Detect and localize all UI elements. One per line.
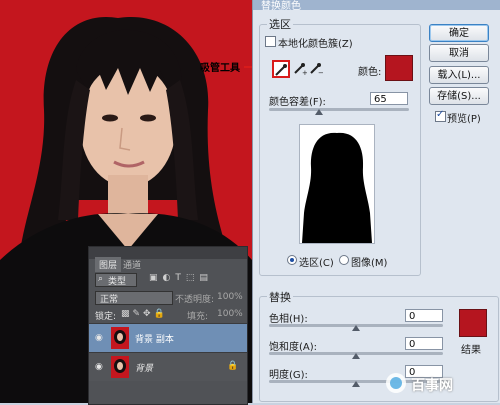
fill-value[interactable]: 100% — [217, 309, 243, 319]
preview-label: 预览(P) — [447, 114, 481, 125]
kind-filter-label: 类型 — [108, 277, 127, 287]
dialog-title: 替换颜色 — [261, 1, 301, 12]
hue-slider-thumb[interactable] — [352, 325, 360, 331]
tolerance-input[interactable]: 65 — [370, 92, 408, 105]
color-label: 颜色: — [358, 67, 382, 78]
ok-button[interactable]: 确定 — [429, 24, 489, 42]
dialog-titlebar[interactable]: 替换颜色 — [253, 0, 500, 12]
saturation-label: 饱和度(A): — [269, 342, 318, 353]
lock-label: 锁定: — [95, 312, 117, 322]
kind-filter-select[interactable]: 类型 ⌕ — [95, 273, 137, 287]
lock-icons[interactable]: ▩✎✥🔒 — [121, 309, 168, 319]
eye-icon[interactable]: ◉ — [95, 333, 103, 343]
image-radio[interactable] — [339, 255, 349, 265]
result-label: 结果 — [461, 345, 481, 356]
layer-name: 背景 副本 — [135, 335, 174, 345]
svg-text:−: − — [318, 69, 323, 75]
layer-row[interactable]: ◉ 背景 副本 — [89, 323, 247, 352]
layer-thumbnail — [111, 327, 129, 349]
hue-input[interactable]: 0 — [405, 309, 443, 322]
image-radio-label: 图像(M) — [351, 258, 388, 269]
annotation-label: 吸管工具 — [200, 63, 240, 74]
layer-name: 背景 — [135, 364, 154, 374]
layer-row[interactable]: ◉ 背景 🔒 — [89, 352, 247, 381]
fill-label: 填充: — [187, 312, 209, 322]
tolerance-slider[interactable] — [269, 108, 409, 111]
blend-mode-value: 正常 — [100, 295, 119, 305]
tab-channels[interactable]: 通道 — [123, 258, 141, 271]
cancel-button[interactable]: 取消 — [429, 44, 489, 62]
watermark-text: 百事网 — [411, 378, 453, 394]
layer-thumbnail — [111, 356, 129, 378]
watermark: 百事网 — [385, 368, 497, 400]
save-button[interactable]: 存储(S)... — [429, 87, 489, 105]
eye-icon[interactable]: ◉ — [95, 362, 103, 372]
lock-icon: 🔒 — [227, 361, 239, 371]
filter-icons[interactable]: ▣◐T⬚▤ — [149, 273, 213, 283]
watermark-logo — [386, 373, 406, 393]
selection-legend: 选区 — [267, 16, 293, 32]
tolerance-slider-thumb[interactable] — [315, 109, 323, 115]
eyedropper-icon — [275, 64, 287, 76]
result-color-swatch[interactable] — [459, 309, 487, 337]
eyedropper-tool[interactable] — [272, 60, 290, 78]
replace-legend: 替换 — [267, 289, 293, 305]
localized-color-label: 本地化颜色簇(Z) — [278, 39, 353, 50]
search-icon: ⌕ — [98, 274, 104, 284]
localized-color-checkbox[interactable] — [265, 36, 276, 47]
blend-mode-select[interactable]: 正常 — [95, 291, 173, 305]
selection-preview — [299, 124, 375, 244]
hue-label: 色相(H): — [269, 314, 308, 325]
tolerance-label: 颜色容差(F): — [269, 97, 326, 108]
opacity-label: 不透明度: — [175, 295, 215, 305]
selection-color-swatch[interactable] — [385, 55, 413, 81]
layers-panel: 图层 通道 类型 ⌕ ▣◐T⬚▤ 正常 不透明度: 100% 锁定: ▩✎✥🔒 … — [88, 246, 248, 405]
eyedropper-subtract-icon[interactable]: − — [309, 61, 323, 75]
preview-checkbox[interactable]: ✓ — [435, 109, 446, 122]
opacity-value[interactable]: 100% — [217, 292, 243, 302]
load-button[interactable]: 载入(L)... — [429, 66, 489, 84]
selection-radio-label: 选区(C) — [299, 258, 334, 269]
tab-layers[interactable]: 图层 — [95, 257, 122, 272]
lightness-slider-thumb[interactable] — [352, 381, 360, 387]
selection-mask — [302, 132, 372, 243]
lightness-label: 明度(G): — [269, 370, 308, 381]
saturation-input[interactable]: 0 — [405, 337, 443, 350]
eyedropper-add-icon[interactable]: + — [293, 61, 307, 75]
check-icon: ✓ — [436, 109, 445, 120]
svg-text:+: + — [302, 69, 307, 75]
saturation-slider-thumb[interactable] — [352, 353, 360, 359]
selection-radio[interactable] — [287, 255, 297, 265]
replace-color-dialog: 替换颜色 选区 本地化颜色簇(Z) + − 颜色: 颜色容差(F): 65 选区… — [252, 0, 500, 403]
